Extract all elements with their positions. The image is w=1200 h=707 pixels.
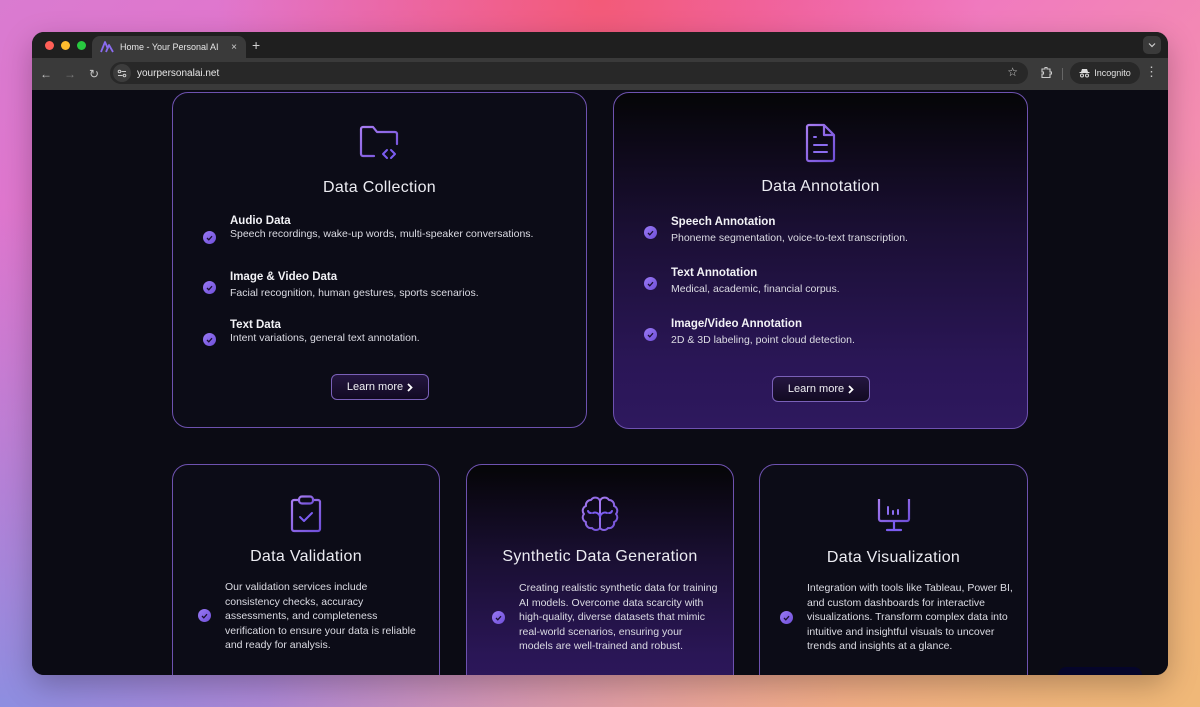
window-controls [45,41,86,50]
item-title: Text Data [230,319,281,331]
list-item: Text Data Intent variations, general tex… [203,319,560,346]
service-card-data-annotation: Data Annotation Speech Annotation Phonem… [613,92,1028,429]
extensions-icon[interactable] [1040,66,1052,79]
incognito-icon [1079,69,1090,78]
check-circle-icon [644,277,657,290]
check-circle-icon [780,611,793,624]
learn-more-label: Learn more [787,383,845,395]
card-title: Synthetic Data Generation [502,548,698,565]
close-tab-icon[interactable]: × [228,42,240,53]
clipboard-check-icon [290,495,322,533]
check-circle-icon [198,609,211,622]
page-content: Data Collection Audio Data Speech record… [32,90,1168,675]
learn-more-button[interactable]: Learn more [331,374,429,400]
minimize-window-button[interactable] [61,41,70,50]
service-card-data-validation: Data Validation Our validation services … [172,464,440,675]
item-description: Speech recordings, wake-up words, multi-… [230,228,534,240]
reload-button[interactable]: ↻ [82,67,106,81]
toolbar: ← → ↻ yourpersonalai.net ☆ Incognito ⋮ [32,58,1168,90]
item-description: Intent variations, general text annotati… [230,332,420,344]
item-title: Image & Video Data [230,271,338,283]
card-description: Integration with tools like Tableau, Pow… [807,582,1013,653]
new-tab-button[interactable]: + [252,37,260,53]
card-description: Our validation services include consiste… [225,581,416,652]
card-title: Data Collection [323,179,436,196]
chevron-down-icon [1148,43,1156,48]
toolbar-divider [1062,68,1063,80]
close-window-button[interactable] [45,41,54,50]
item-description: Facial recognition, human gestures, spor… [230,287,479,299]
learn-more-button[interactable]: Learn more [772,376,870,402]
item-title: Text Annotation [671,267,758,279]
tab-strip: Home - Your Personal AI × + [32,32,1168,58]
check-circle-icon [644,226,657,239]
floating-action-button[interactable] [1058,667,1142,675]
check-circle-icon [203,333,216,346]
item-description: Medical, academic, financial corpus. [671,283,840,295]
list-item: Text Annotation Medical, academic, finan… [644,267,1001,297]
service-card-synthetic-data: Synthetic Data Generation Creating reali… [466,464,734,675]
folder-code-icon [359,125,398,159]
service-card-data-visualization: Data Visualization Integration with tool… [759,464,1028,675]
browser-window: Home - Your Personal AI × + ← → ↻ yourpe… [32,32,1168,675]
presentation-chart-icon [874,497,913,532]
check-circle-icon [203,231,216,244]
browser-menu-icon[interactable]: ⋮ [1145,65,1158,78]
list-item: Image/Video Annotation 2D & 3D labeling,… [644,318,1001,348]
forward-button[interactable]: → [58,67,82,81]
item-title: Image/Video Annotation [671,318,802,330]
brain-icon [581,496,619,531]
check-circle-icon [492,611,505,624]
back-button[interactable]: ← [34,67,58,81]
url-text[interactable]: yourpersonalai.net [137,68,219,79]
chevron-right-icon [407,382,413,392]
card-title: Data Annotation [761,178,880,195]
document-icon [805,123,835,163]
service-card-data-collection: Data Collection Audio Data Speech record… [172,92,587,428]
tab-home[interactable]: Home - Your Personal AI × [92,36,246,58]
learn-more-label: Learn more [346,381,404,393]
list-item: Image & Video Data Facial recognition, h… [203,271,560,301]
list-item: Speech Annotation Phoneme segmentation, … [644,216,1001,246]
maximize-window-button[interactable] [77,41,86,50]
card-title: Data Visualization [826,549,961,566]
tab-title: Home - Your Personal AI [120,42,219,52]
item-description: 2D & 3D labeling, point cloud detection. [671,334,855,346]
card-description: Creating realistic synthetic data for tr… [519,582,718,653]
site-info-icon[interactable] [113,64,131,82]
card-title: Data Validation [250,548,362,565]
incognito-indicator[interactable]: Incognito [1070,62,1140,84]
site-logo-icon [100,41,114,53]
list-item: Audio Data Speech recordings, wake-up wo… [203,215,560,244]
item-title: Speech Annotation [671,216,776,228]
check-circle-icon [644,328,657,341]
incognito-label: Incognito [1094,68,1131,78]
item-title: Audio Data [230,215,291,227]
check-circle-icon [203,281,216,294]
item-description: Phoneme segmentation, voice-to-text tran… [671,232,908,244]
tab-search-button[interactable] [1143,36,1161,54]
chevron-right-icon [848,384,854,394]
address-bar[interactable]: yourpersonalai.net ☆ [110,62,1028,84]
bookmark-star-icon[interactable]: ☆ [1007,65,1018,79]
